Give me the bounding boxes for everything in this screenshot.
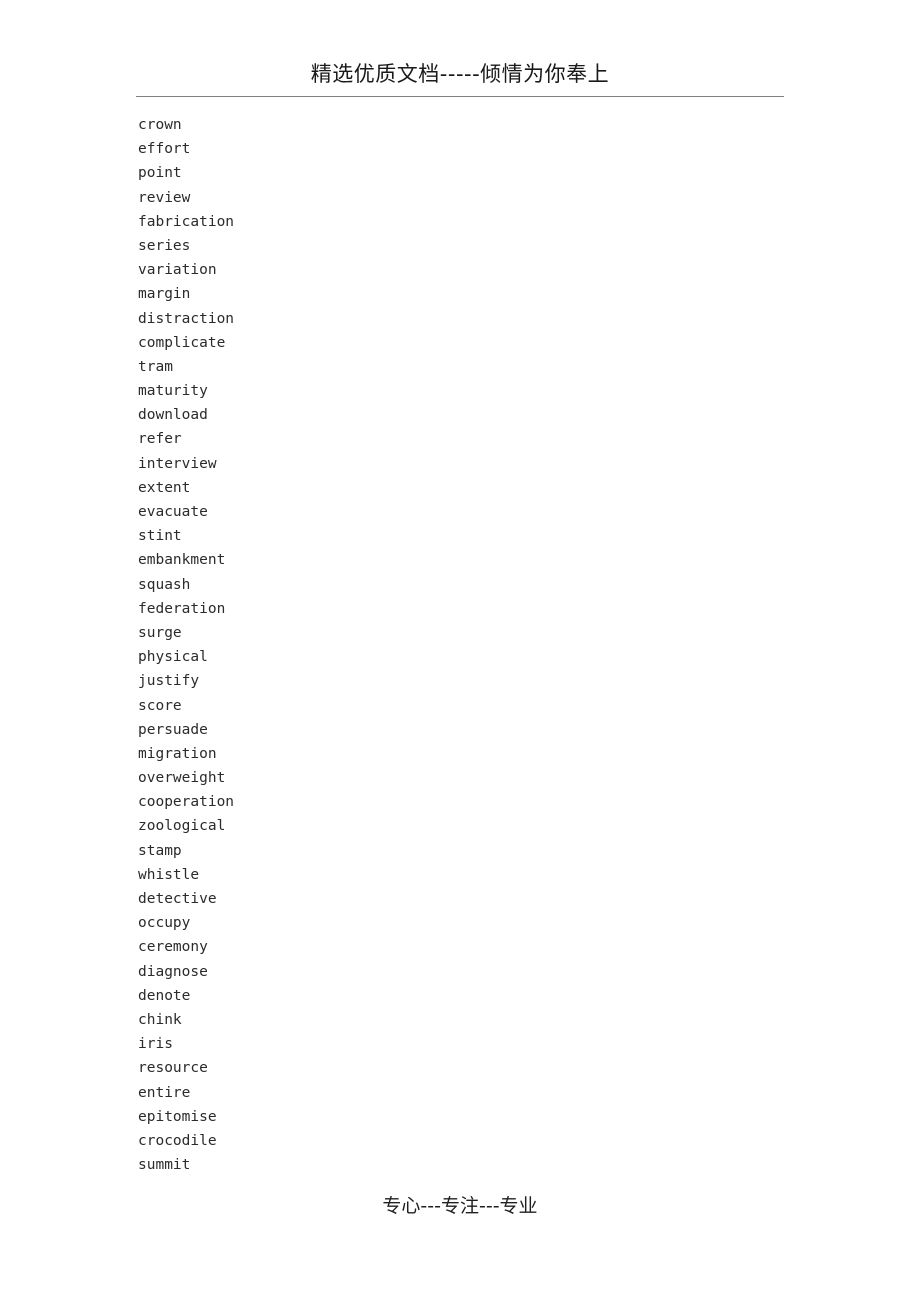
- word-list-item: diagnose: [138, 963, 208, 980]
- word-list-item: resource: [138, 1060, 208, 1077]
- word-list-item: evacuate: [138, 504, 208, 520]
- word-list-item: download: [138, 407, 208, 424]
- word-list-item: chink: [138, 1011, 182, 1028]
- word-list-item: maturity: [138, 383, 208, 400]
- word-list-item: stamp: [138, 842, 182, 859]
- word-list-item: embankment: [138, 552, 226, 569]
- footer-slogan: 专心---专注---专业: [382, 1195, 538, 1217]
- word-list-item: interview: [138, 455, 217, 472]
- word-list-item: refer: [138, 431, 182, 448]
- word-list-item: complicate: [138, 334, 226, 351]
- word-list-item: justify: [138, 673, 200, 690]
- word-list-item: entire: [138, 1084, 191, 1101]
- word-list-item: physical: [138, 649, 208, 666]
- word-list-item: persuade: [138, 721, 208, 738]
- document-header: 精选优质文档-----倾情为你奉上: [0, 60, 920, 88]
- word-list-item: margin: [138, 286, 191, 303]
- word-list-item: whistle: [138, 866, 200, 883]
- word-list-item: stint: [138, 528, 182, 545]
- word-list-item: fabrication: [138, 213, 235, 230]
- word-list-item: point: [138, 165, 182, 182]
- word-list-item: migration: [138, 745, 217, 762]
- header-divider: [136, 96, 784, 97]
- word-list-item: zoological: [138, 818, 226, 835]
- word-list-item: distraction: [138, 310, 235, 327]
- word-list-item: overweight: [138, 770, 226, 787]
- word-list-item: iris: [138, 1036, 173, 1053]
- word-list-item: effort: [138, 141, 191, 158]
- word-list-item: variation: [138, 262, 217, 279]
- word-list-item: federation: [138, 600, 226, 617]
- word-list-item: epitomise: [138, 1108, 217, 1125]
- header-title: 精选优质文档-----倾情为你奉上: [310, 62, 610, 86]
- word-list-item: cooperation: [138, 794, 235, 811]
- word-list-item: extent: [138, 479, 191, 496]
- word-list-item: review: [138, 189, 191, 206]
- word-list-item: squash: [138, 576, 191, 593]
- word-list-item: crocodile: [138, 1132, 217, 1149]
- word-list-item: tram: [138, 358, 173, 375]
- word-list-item: detective: [138, 891, 217, 907]
- document-footer: 专心---专注---专业: [0, 1193, 920, 1219]
- word-list-item: occupy: [138, 915, 191, 932]
- word-list-item: crown: [138, 117, 182, 133]
- word-list-item: surge: [138, 624, 182, 641]
- word-list-item: ceremony: [138, 939, 208, 956]
- word-list-item: summit: [138, 1157, 191, 1174]
- word-list-item: series: [138, 237, 191, 254]
- vocabulary-word-list: crown effort point review fabrication series v…: [138, 113, 738, 1177]
- word-list-item: score: [138, 697, 182, 714]
- word-list-item: denote: [138, 987, 191, 1004]
